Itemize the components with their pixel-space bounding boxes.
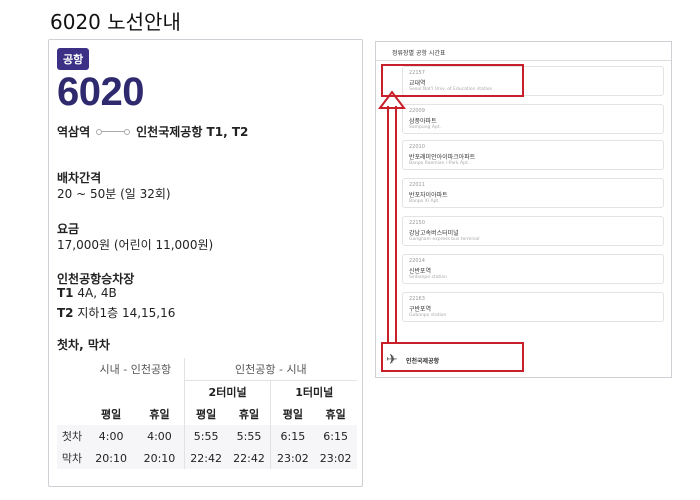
table-cell: 5:55	[183, 425, 228, 447]
table-cell: 5:55	[227, 425, 271, 447]
t1-value: 4A, 4B	[77, 286, 117, 300]
boarding-label: 인천공항승차장	[57, 272, 135, 286]
table-row: 첫차 4:00 4:00 5:55 5:55 6:15 6:15	[57, 425, 357, 447]
col-holiday: 휴일	[238, 408, 260, 421]
t2-tag: T2	[57, 306, 74, 320]
group-airport-to-city: 인천공항 - 시내	[183, 358, 357, 381]
table-cell: 6:15	[314, 425, 357, 447]
stops-panel: 정류장별 공항 시간표 22157 교대역 Seoul Nat'l Univ. …	[375, 41, 672, 378]
schedule-table: 시내 - 인천공항 인천공항 - 시내 2터미널 1터미널 평일 휴일 평일 휴…	[57, 358, 357, 469]
row-label-first: 첫차	[57, 425, 87, 447]
terminal2-header: 2터미널	[183, 380, 271, 403]
boarding-t1: T1 4A, 4B	[57, 286, 117, 300]
route-origin: 역삼역	[57, 125, 91, 139]
group-city-to-airport: 시내 - 인천공항	[99, 363, 172, 377]
table-cell: 22:42	[183, 447, 228, 469]
terminal1-header: 1터미널	[270, 380, 357, 403]
t1-tag: T1	[57, 286, 74, 300]
airport-stop-label: 인천국제공항	[406, 358, 440, 365]
table-cell: 23:02	[314, 447, 357, 469]
airport-badge: 공항	[57, 48, 90, 70]
interval-value: 20 ~ 50분 (일 32회)	[57, 187, 171, 201]
route-number: 6020	[57, 70, 144, 114]
fare-label: 요금	[57, 222, 80, 236]
boarding-t2: T2 지하1층 14,15,16	[57, 304, 175, 321]
col-weekday: 평일	[100, 408, 122, 421]
col-holiday: 휴일	[149, 408, 170, 421]
table-cell: 20:10	[135, 447, 185, 469]
t2-value: 지하1층 14,15,16	[77, 306, 176, 320]
row-label-last: 막차	[57, 447, 87, 469]
table-row: 막차 20:10 20:10 22:42 22:42 23:02 23:02	[57, 447, 357, 469]
col-holiday: 휴일	[325, 408, 346, 421]
schedule-label: 첫차, 막차	[57, 338, 110, 352]
table-cell: 4:00	[87, 425, 136, 447]
airplane-icon: ✈	[386, 352, 398, 368]
table-cell: 23:02	[270, 447, 315, 469]
col-weekday: 평일	[183, 403, 228, 425]
table-cell: 4:00	[135, 425, 185, 447]
table-cell: 22:42	[227, 447, 271, 469]
route-endpoints: 역삼역 인천국제공항 T1, T2	[57, 123, 248, 140]
route-info-card: 공항 6020 역삼역 인천국제공항 T1, T2 배차간격 20 ~ 50분 …	[48, 39, 363, 487]
route-connector-icon	[96, 128, 131, 135]
page-title: 6020 노선안내	[50, 10, 181, 34]
route-destination: 인천국제공항 T1, T2	[136, 125, 249, 139]
table-cell: 6:15	[270, 425, 315, 447]
fare-value: 17,000원 (어린이 11,000원)	[57, 238, 214, 252]
interval-label: 배차간격	[57, 171, 102, 185]
route-arrow-icon	[378, 90, 406, 342]
col-weekday: 평일	[270, 403, 315, 425]
table-cell: 20:10	[87, 447, 136, 469]
